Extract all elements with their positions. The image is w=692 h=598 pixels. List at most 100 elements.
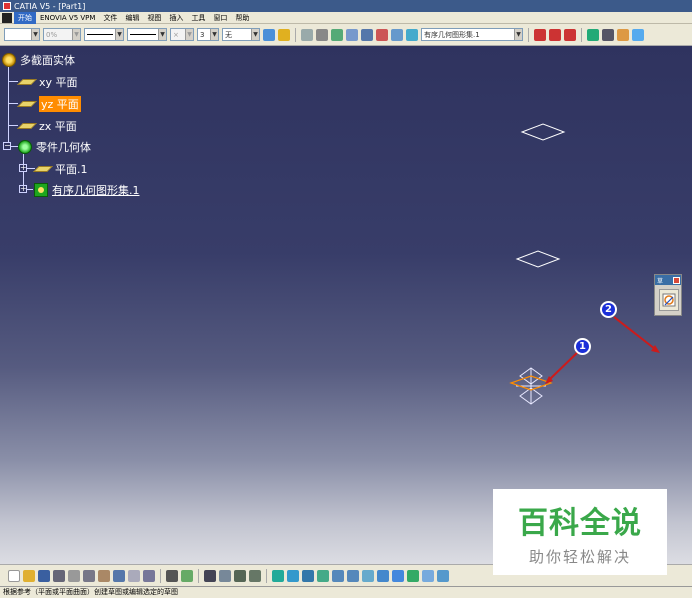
swap-space-icon[interactable] xyxy=(422,569,434,582)
toolbar-separator xyxy=(528,27,529,42)
ordered-geometrical-set-icon xyxy=(34,183,48,197)
transparency-value: 0% xyxy=(46,30,58,39)
3d-viewport[interactable]: 多截面实体 xy 平面 yz 平面 zx 平面 − 零件几何体 + 平面.1 +… xyxy=(0,46,692,564)
collapse-toggle[interactable]: − xyxy=(3,142,11,150)
fit-all-icon[interactable] xyxy=(287,569,299,582)
brush-icon[interactable] xyxy=(278,28,290,41)
render-style-icon[interactable] xyxy=(392,569,404,582)
sketcher-floating-toolbar[interactable]: 草 xyxy=(654,274,682,316)
menu-help[interactable]: 帮助 xyxy=(231,12,253,24)
catalog-icon[interactable] xyxy=(219,569,231,582)
sketch-button[interactable] xyxy=(659,289,679,311)
layer-number-combo[interactable]: 3 ▼ xyxy=(197,28,219,41)
current-body-combo[interactable]: 有序几何图形集.1 ▼ xyxy=(421,28,523,41)
plane-marker-middle[interactable] xyxy=(515,250,561,268)
menu-edit[interactable]: 编辑 xyxy=(121,12,143,24)
toolbar-separator xyxy=(266,568,267,583)
link-icon[interactable] xyxy=(301,28,313,41)
rule-icon[interactable] xyxy=(249,569,261,582)
plane-icon[interactable] xyxy=(406,28,418,41)
plane-icon xyxy=(17,79,37,85)
close-icon[interactable] xyxy=(673,276,680,284)
whats-this-icon[interactable] xyxy=(143,569,155,582)
current-body-value: 有序几何图形集.1 xyxy=(424,30,480,39)
sketch-plane-icon[interactable] xyxy=(632,28,644,41)
expand-toggle[interactable]: + xyxy=(19,164,27,172)
callout-1: 1 xyxy=(574,338,591,355)
table-icon[interactable] xyxy=(204,569,216,582)
menu-insert[interactable]: 插入 xyxy=(165,12,187,24)
color-combo[interactable]: ▼ xyxy=(4,28,40,41)
paste-icon[interactable] xyxy=(98,569,110,582)
comment-icon[interactable] xyxy=(181,569,193,582)
linetype-combo[interactable]: ▼ xyxy=(84,28,124,41)
menu-start[interactable]: 开始 xyxy=(14,11,36,24)
menu-file[interactable]: 文件 xyxy=(99,12,121,24)
print-icon[interactable] xyxy=(53,569,65,582)
floating-toolbar-titlebar[interactable]: 草 xyxy=(655,275,681,285)
document-menu-icon[interactable] xyxy=(2,12,12,23)
zoom-out-icon[interactable] xyxy=(347,569,359,582)
geo-set-icon[interactable] xyxy=(376,28,388,41)
redo-icon[interactable] xyxy=(128,569,140,582)
format-painter-icon[interactable] xyxy=(263,28,275,41)
lineweight-combo[interactable]: ▼ xyxy=(127,28,167,41)
menu-view[interactable]: 视图 xyxy=(143,12,165,24)
body-icon xyxy=(18,140,32,154)
axis-planes-symbol[interactable] xyxy=(509,367,553,405)
catia-app-icon xyxy=(3,2,11,10)
plane-icon xyxy=(33,166,53,172)
transparency-combo[interactable]: 0% ▼ xyxy=(43,28,81,41)
tree-node-plane1[interactable]: 平面.1 xyxy=(33,161,88,177)
point-symbol-combo[interactable]: × ▼ xyxy=(170,28,194,41)
clock-icon[interactable] xyxy=(316,28,328,41)
new-file-icon[interactable] xyxy=(8,569,20,582)
knowledge-icon[interactable] xyxy=(234,569,246,582)
scan-icon[interactable] xyxy=(587,28,599,41)
chevron-down-icon: ▼ xyxy=(185,29,193,40)
publish-3-icon[interactable] xyxy=(564,28,576,41)
measure-icon[interactable] xyxy=(346,28,358,41)
tree-node-root[interactable]: 多截面实体 xyxy=(2,52,75,68)
list-icon[interactable] xyxy=(391,28,403,41)
rotate-icon[interactable] xyxy=(317,569,329,582)
callout-1-arrow xyxy=(548,348,582,381)
undo-icon[interactable] xyxy=(113,569,125,582)
viewport-geometry xyxy=(509,123,660,405)
publish-icon[interactable] xyxy=(534,28,546,41)
chevron-down-icon: ▼ xyxy=(31,29,39,40)
zoom-in-icon[interactable] xyxy=(332,569,344,582)
layer-name-combo[interactable]: 无 ▼ xyxy=(222,28,260,41)
plane-marker-top[interactable] xyxy=(520,123,566,141)
hide-show-icon[interactable] xyxy=(407,569,419,582)
open-folder-icon[interactable] xyxy=(23,569,35,582)
formula-icon[interactable] xyxy=(166,569,178,582)
save-icon[interactable] xyxy=(38,569,50,582)
body-icon[interactable] xyxy=(361,28,373,41)
cut-icon[interactable] xyxy=(68,569,80,582)
tree-node-yz-plane[interactable]: yz 平面 xyxy=(17,96,81,112)
lighting-icon[interactable] xyxy=(437,569,449,582)
views-icon[interactable] xyxy=(377,569,389,582)
layer-number-value: 3 xyxy=(200,30,205,39)
tree-node-ordered-geo-set[interactable]: 有序几何图形集.1 xyxy=(34,182,140,198)
pan-icon[interactable] xyxy=(302,569,314,582)
tree-node-part-body[interactable]: 零件几何体 xyxy=(18,139,91,155)
publish-2-icon[interactable] xyxy=(549,28,561,41)
menu-window[interactable]: 窗口 xyxy=(209,12,231,24)
tree-node-zx-plane[interactable]: zx 平面 xyxy=(17,118,77,134)
tree-node-label: 多截面实体 xyxy=(20,54,75,67)
chevron-down-icon: ▼ xyxy=(251,29,259,40)
normal-view-icon[interactable] xyxy=(362,569,374,582)
tree-node-label: 有序几何图形集.1 xyxy=(52,184,140,197)
menu-tools[interactable]: 工具 xyxy=(187,12,209,24)
copy-icon[interactable] xyxy=(83,569,95,582)
fly-mode-icon[interactable] xyxy=(272,569,284,582)
menu-enovia[interactable]: ENOVIA V5 VPM xyxy=(36,12,99,24)
axis-icon[interactable] xyxy=(331,28,343,41)
callout-2-arrow xyxy=(613,316,656,350)
expand-toggle[interactable]: + xyxy=(19,185,27,193)
work-object-icon[interactable] xyxy=(602,28,614,41)
lock-icon[interactable] xyxy=(617,28,629,41)
tree-node-xy-plane[interactable]: xy 平面 xyxy=(17,74,78,90)
